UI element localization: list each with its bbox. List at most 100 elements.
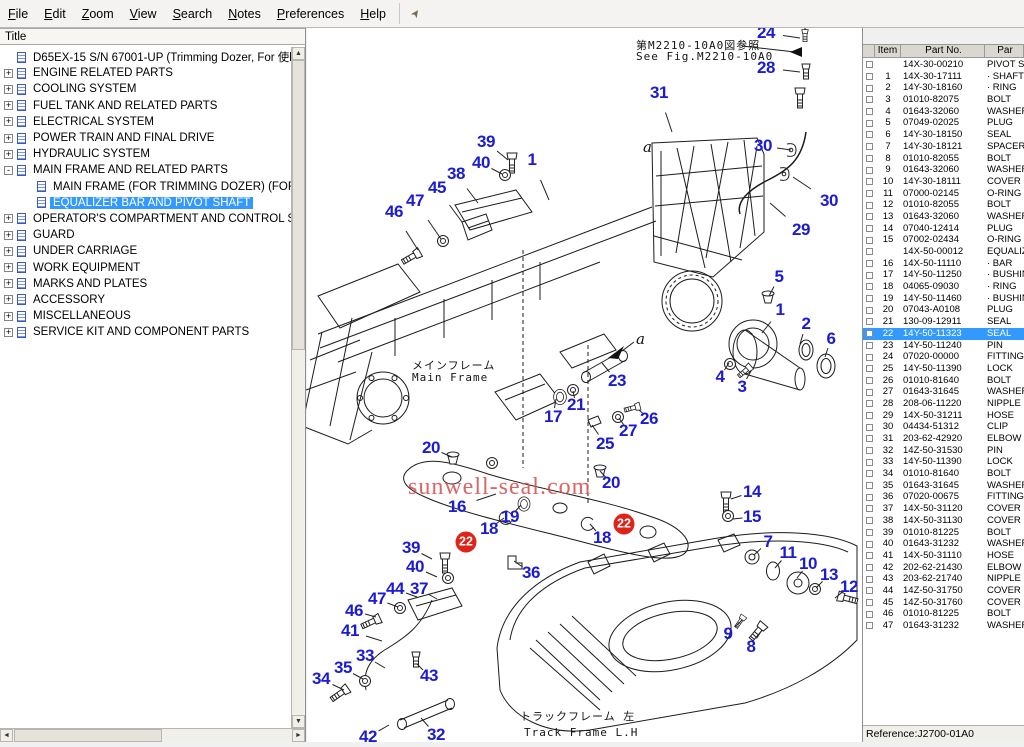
collapse-icon[interactable]: - — [4, 166, 13, 175]
callout-33[interactable]: 33 — [356, 646, 374, 666]
callout-45[interactable]: 45 — [428, 178, 446, 198]
scroll-up-icon[interactable]: ▲ — [292, 47, 305, 60]
part-checkbox[interactable] — [866, 120, 873, 127]
vertical-scroll-thumb[interactable] — [292, 60, 305, 350]
callout-20[interactable]: 20 — [602, 473, 620, 493]
tree-item[interactable]: +COOLING SYSTEM — [0, 81, 291, 97]
expand-icon[interactable]: + — [4, 69, 13, 78]
part-checkbox[interactable] — [866, 611, 873, 618]
part-row[interactable]: 114X-30-17111· SHAFT — [863, 71, 1024, 83]
part-checkbox[interactable] — [866, 155, 873, 162]
callout-43[interactable]: 43 — [420, 666, 438, 686]
callout-47[interactable]: 47 — [368, 589, 386, 609]
tree-item[interactable]: +UNDER CARRIAGE — [0, 243, 291, 259]
tree-item[interactable]: +SERVICE KIT AND COMPONENT PARTS — [0, 324, 291, 340]
part-row[interactable]: 14X-30-00210PIVOT SH — [863, 59, 1024, 71]
part-checkbox[interactable] — [866, 260, 873, 267]
callout-23[interactable]: 23 — [608, 371, 626, 391]
part-row[interactable]: 4601010-81225BOLT — [863, 608, 1024, 620]
menu-notes[interactable]: Notes — [220, 2, 269, 25]
callout-21[interactable]: 21 — [567, 395, 585, 415]
part-checkbox[interactable] — [866, 529, 873, 536]
callout-32[interactable]: 32 — [427, 725, 445, 745]
menu-edit[interactable]: Edit — [36, 2, 74, 25]
part-row[interactable]: 2514Y-50-11390LOCK — [863, 363, 1024, 375]
part-row[interactable]: 2601010-81640BOLT — [863, 375, 1024, 387]
callout-38[interactable]: 38 — [447, 164, 465, 184]
callout-28[interactable]: 28 — [757, 58, 775, 78]
part-checkbox[interactable] — [866, 272, 873, 279]
part-checkbox[interactable] — [866, 447, 873, 454]
part-checkbox[interactable] — [866, 412, 873, 419]
tree-item[interactable]: +MISCELLANEOUS — [0, 308, 291, 324]
part-row[interactable]: 3314Y-50-11390LOCK — [863, 456, 1024, 468]
part-checkbox[interactable] — [866, 190, 873, 197]
callout-16[interactable]: 16 — [448, 497, 466, 517]
callout-30[interactable]: 30 — [754, 136, 772, 156]
part-row[interactable]: 2701643-31645WASHER — [863, 386, 1024, 398]
part-row[interactable]: 3004434-51312CLIP — [863, 421, 1024, 433]
part-row[interactable]: 214Y-30-18160· RING — [863, 82, 1024, 94]
part-checkbox[interactable] — [866, 622, 873, 629]
part-row[interactable]: 1014Y-30-18111COVER — [863, 176, 1024, 188]
part-checkbox[interactable] — [866, 108, 873, 115]
part-row[interactable]: 4514Z-50-31760COVER — [863, 597, 1024, 609]
menu-search[interactable]: Search — [165, 2, 221, 25]
part-checkbox[interactable] — [866, 96, 873, 103]
callout-1[interactable]: 1 — [776, 300, 785, 320]
part-row[interactable]: 1301643-32060WASHER — [863, 211, 1024, 223]
part-row[interactable]: 4414Z-50-31750COVER — [863, 585, 1024, 597]
callout-18[interactable]: 18 — [480, 519, 498, 539]
part-checkbox[interactable] — [866, 505, 873, 512]
part-row[interactable]: 3607020-00675FITTING — [863, 491, 1024, 503]
callout-17[interactable]: 17 — [544, 407, 562, 427]
tree-item[interactable]: +ACCESSORY — [0, 292, 291, 308]
part-row[interactable]: 2007043-A0108PLUG — [863, 304, 1024, 316]
part-row[interactable]: 14X-50-00012EQUALIZE — [863, 246, 1024, 258]
callout-9[interactable]: 9 — [724, 624, 733, 644]
part-row[interactable]: 801010-82055BOLT — [863, 153, 1024, 165]
menu-zoom[interactable]: Zoom — [74, 2, 122, 25]
callout-46[interactable]: 46 — [345, 601, 363, 621]
part-checkbox[interactable] — [866, 459, 873, 466]
tree-item[interactable]: +HYDRAULIC SYSTEM — [0, 146, 291, 162]
callout-14[interactable]: 14 — [743, 482, 761, 502]
part-row[interactable]: 614Y-30-18150SEAL — [863, 129, 1024, 141]
tree-item[interactable]: +ENGINE RELATED PARTS — [0, 65, 291, 81]
callout-6[interactable]: 6 — [827, 329, 836, 349]
part-checkbox[interactable] — [866, 377, 873, 384]
callout-47[interactable]: 47 — [406, 191, 424, 211]
part-row[interactable]: 43203-62-21740NIPPLE — [863, 573, 1024, 585]
part-row[interactable]: 2314Y-50-11240PIN — [863, 340, 1024, 352]
part-checkbox[interactable] — [866, 61, 873, 68]
tree-item[interactable]: D65EX-15 S/N 67001-UP (Trimming Dozer, F… — [0, 49, 291, 65]
expand-icon[interactable]: + — [4, 231, 13, 240]
part-checkbox[interactable] — [866, 470, 873, 477]
part-checkbox[interactable] — [866, 248, 873, 255]
part-row[interactable]: 2214Y-50-11323SEAL — [863, 328, 1024, 340]
part-row[interactable]: 3714X-50-31120COVER — [863, 503, 1024, 515]
part-checkbox[interactable] — [866, 389, 873, 396]
part-no-column-header[interactable]: Part No. — [901, 45, 985, 57]
part-checkbox[interactable] — [866, 330, 873, 337]
callout-4[interactable]: 4 — [716, 367, 725, 387]
callout-41[interactable]: 41 — [341, 621, 359, 641]
part-row[interactable]: 4114X-50-31110HOSE — [863, 550, 1024, 562]
callout-19[interactable]: 19 — [501, 507, 519, 527]
part-row[interactable]: 1407040-12414PLUG — [863, 223, 1024, 235]
horizontal-scroll-thumb[interactable] — [14, 729, 162, 742]
callout-25[interactable]: 25 — [596, 434, 614, 454]
part-row[interactable]: 3501643-31645WASHER — [863, 480, 1024, 492]
callout-35[interactable]: 35 — [334, 658, 352, 678]
part-checkbox[interactable] — [866, 482, 873, 489]
scroll-right-icon[interactable]: ► — [292, 729, 305, 742]
tree-item[interactable]: EQUALIZER BAR AND PIVOT SHAFT — [0, 195, 291, 211]
part-row[interactable]: 1107000-02145O-RING — [863, 188, 1024, 200]
part-row[interactable]: 3401010-81640BOLT — [863, 468, 1024, 480]
callout-46[interactable]: 46 — [385, 202, 403, 222]
part-row[interactable]: 507049-02025PLUG — [863, 117, 1024, 129]
tree-item[interactable]: +OPERATOR'S COMPARTMENT AND CONTROL SYST — [0, 211, 291, 227]
highlighted-callout-22[interactable]: 22 — [614, 514, 635, 535]
callout-37[interactable]: 37 — [410, 579, 428, 599]
part-row[interactable]: 714Y-30-18121SPACER — [863, 141, 1024, 153]
